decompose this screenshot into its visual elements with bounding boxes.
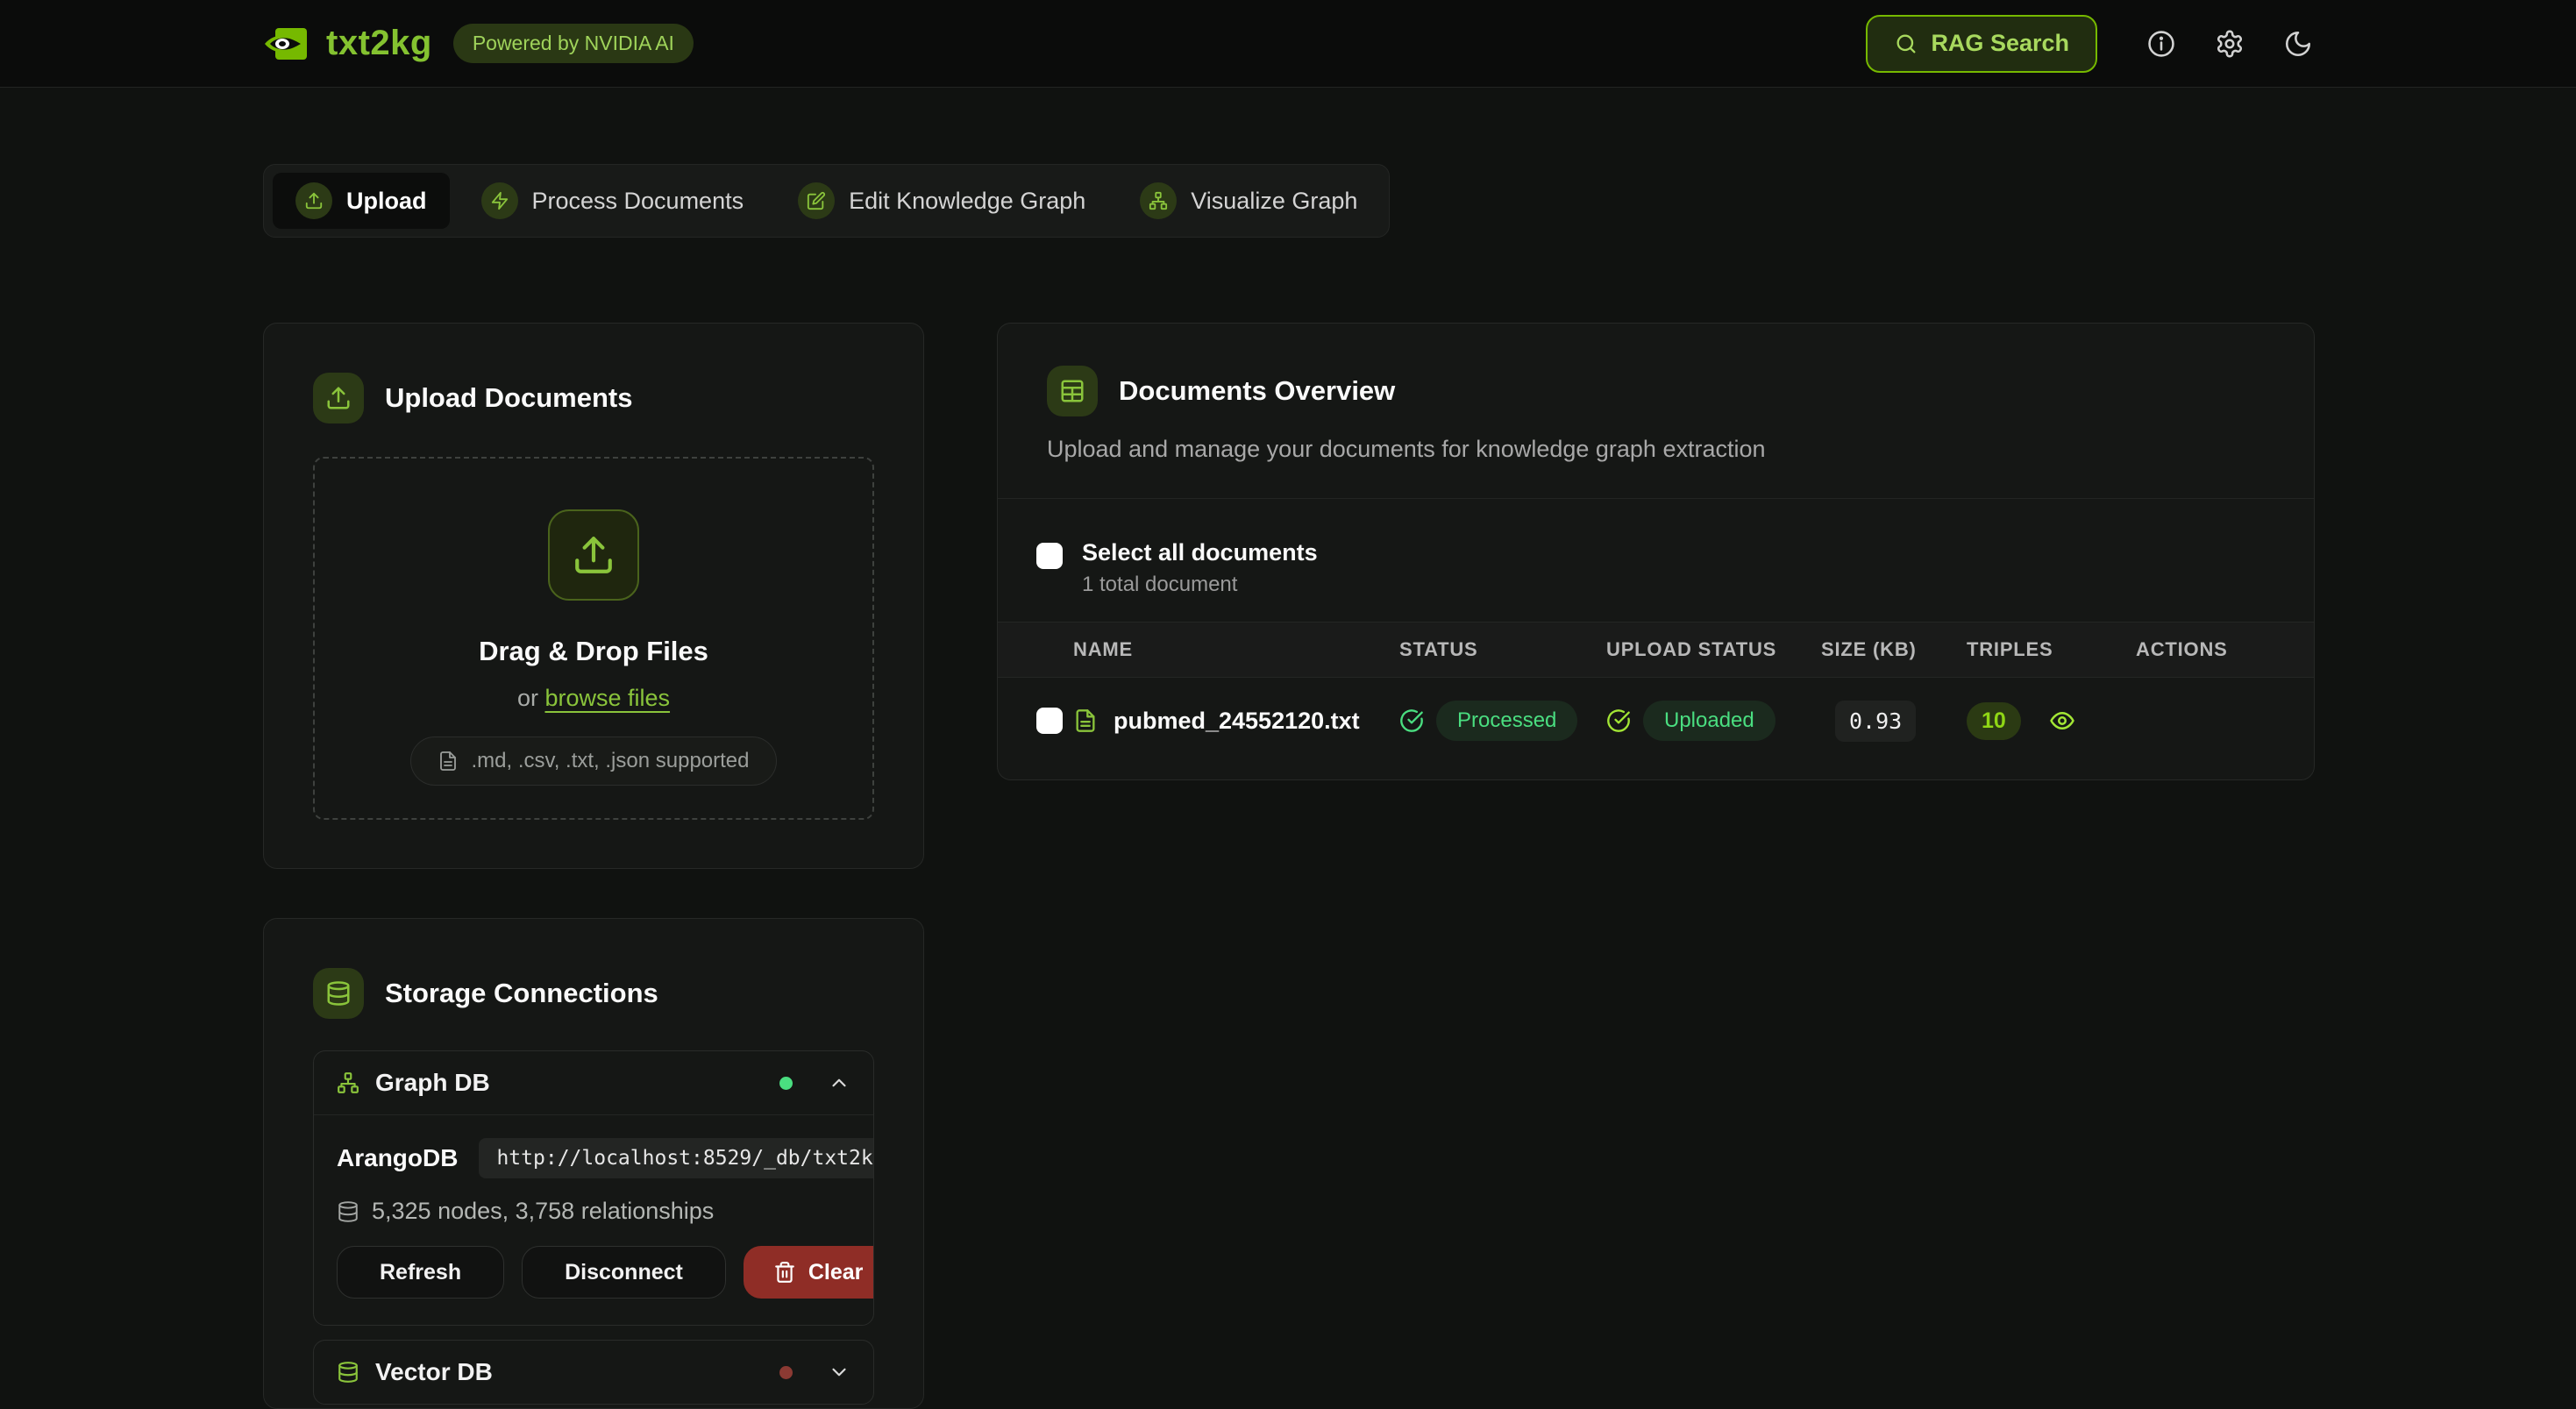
vector-db-header[interactable]: Vector DB (314, 1341, 873, 1404)
table-header: NAME STATUS UPLOAD STATUS SIZE (KB) TRIP… (998, 622, 2314, 678)
supported-formats-badge: .md, .csv, .txt, .json supported (410, 737, 776, 786)
graph-db-stats: 5,325 nodes, 3,758 relationships (337, 1198, 850, 1225)
disconnect-button[interactable]: Disconnect (522, 1246, 726, 1299)
select-all-label: Select all documents (1082, 539, 1318, 566)
status-badge: Processed (1436, 701, 1577, 741)
info-icon (2146, 29, 2176, 59)
eye-icon (2049, 708, 2075, 734)
database-icon (337, 1200, 359, 1223)
disconnected-status-dot (779, 1366, 793, 1379)
graph-icon (337, 1071, 359, 1094)
browse-files-link[interactable]: browse files (544, 685, 670, 711)
triples-badge: 10 (1967, 702, 2021, 740)
table-icon (1047, 366, 1098, 416)
column-actions: ACTIONS (2136, 638, 2314, 661)
nvidia-logo-icon (263, 26, 309, 61)
upload-icon (313, 373, 364, 423)
zap-icon (481, 182, 518, 219)
settings-button[interactable] (2215, 29, 2245, 59)
search-icon (1894, 32, 1918, 56)
graph-icon (1140, 182, 1177, 219)
app-title: txt2kg (326, 24, 432, 63)
graph-db-header[interactable]: Graph DB (314, 1051, 873, 1114)
column-upload-status: UPLOAD STATUS (1606, 638, 1821, 661)
file-name: pubmed_24552120.txt (1114, 708, 1360, 735)
upload-documents-card: Upload Documents Drag & Drop Files or br… (263, 323, 924, 869)
storage-connections-card: Storage Connections Graph DB (263, 918, 924, 1409)
chevron-down-icon (828, 1361, 850, 1384)
connection-url: http://localhost:8529/_db/txt2kg (479, 1138, 874, 1178)
column-name: NAME (1073, 638, 1399, 661)
chevron-up-icon (828, 1071, 850, 1094)
view-document-button[interactable] (2049, 708, 2075, 734)
column-triples: TRIPLES (1967, 638, 2136, 661)
documents-overview-card: Documents Overview Upload and manage you… (997, 323, 2315, 780)
file-text-icon (1073, 708, 1098, 733)
check-circle-icon (1399, 708, 1424, 733)
dropzone-title: Drag & Drop Files (479, 636, 708, 667)
column-size: SIZE (KB) (1821, 638, 1967, 661)
connected-status-dot (779, 1077, 793, 1090)
row-checkbox[interactable] (1036, 708, 1063, 734)
info-button[interactable] (2146, 29, 2176, 59)
moon-icon (2283, 29, 2313, 59)
brand: txt2kg Powered by NVIDIA AI (263, 24, 694, 63)
app-header: txt2kg Powered by NVIDIA AI RAG Search (0, 0, 2576, 88)
edit-icon (798, 182, 835, 219)
tab-upload[interactable]: Upload (273, 173, 450, 229)
graph-db-label: Graph DB (375, 1069, 490, 1097)
dropzone-subtitle: or browse files (517, 685, 670, 712)
vector-db-panel: Vector DB (313, 1340, 874, 1405)
clear-button[interactable]: Clear (744, 1246, 874, 1299)
main-tabbar: Upload Process Documents Edit Knowledge … (263, 164, 1390, 238)
provider-name: ArangoDB (337, 1144, 458, 1172)
select-all-checkbox[interactable] (1036, 543, 1063, 569)
rag-search-button[interactable]: RAG Search (1866, 15, 2097, 73)
vector-db-label: Vector DB (375, 1358, 493, 1386)
trash-icon (773, 1261, 796, 1284)
file-icon (438, 751, 459, 772)
file-dropzone[interactable]: Drag & Drop Files or browse files .md, .… (313, 457, 874, 820)
total-documents-count: 1 total document (1082, 573, 1318, 597)
gear-icon (2215, 29, 2245, 59)
database-icon (313, 968, 364, 1019)
size-value: 0.93 (1835, 701, 1916, 742)
powered-by-badge: Powered by NVIDIA AI (453, 24, 694, 63)
card-title: Documents Overview (1119, 375, 1395, 407)
header-actions: RAG Search (1866, 15, 2313, 73)
card-title: Upload Documents (385, 382, 632, 414)
card-subtitle: Upload and manage your documents for kno… (1047, 436, 2265, 463)
divider (998, 498, 2314, 499)
graph-db-panel: Graph DB ArangoDB http://localhost:8529/… (313, 1050, 874, 1326)
database-icon (337, 1361, 359, 1384)
upload-status-badge: Uploaded (1643, 701, 1775, 741)
card-title: Storage Connections (385, 978, 658, 1009)
theme-toggle-button[interactable] (2283, 29, 2313, 59)
column-status: STATUS (1399, 638, 1606, 661)
upload-icon (295, 182, 332, 219)
tab-edit-knowledge-graph[interactable]: Edit Knowledge Graph (775, 173, 1108, 229)
table-row: pubmed_24552120.txt Processed Uploaded (998, 678, 2314, 764)
tab-visualize-graph[interactable]: Visualize Graph (1117, 173, 1380, 229)
tab-process-documents[interactable]: Process Documents (459, 173, 767, 229)
check-circle-icon (1606, 708, 1631, 733)
upload-icon (548, 509, 639, 601)
refresh-button[interactable]: Refresh (337, 1246, 504, 1299)
